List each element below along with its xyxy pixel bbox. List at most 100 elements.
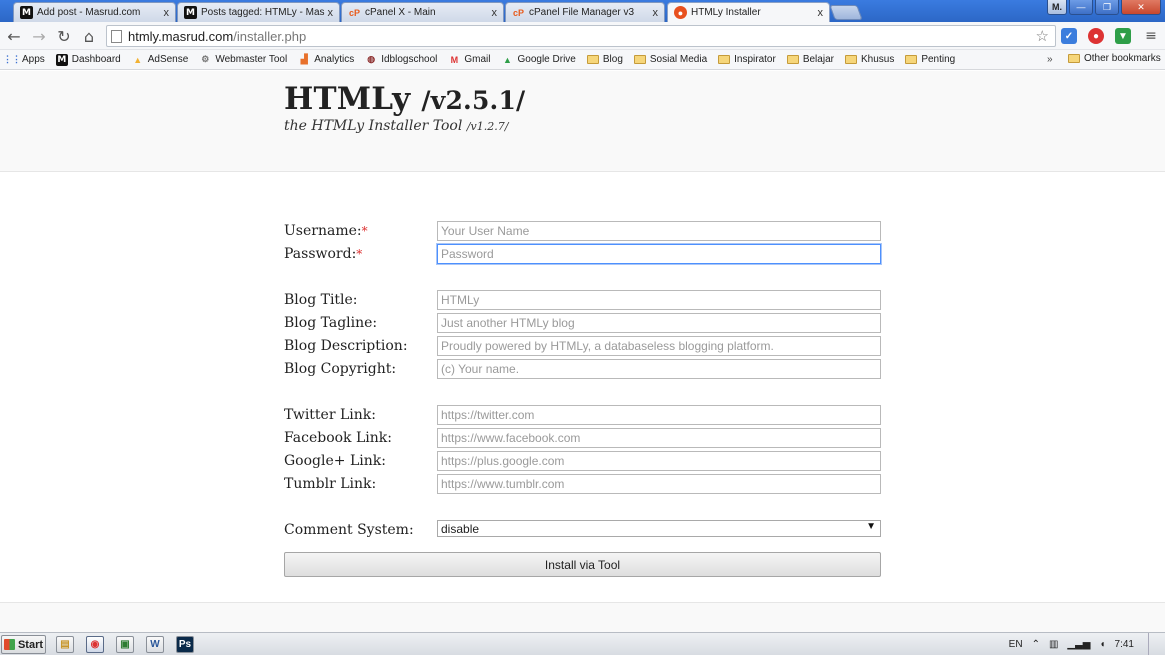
tab-add-post[interactable]: M Add post - Masrud.com x [13,2,176,22]
username-label: Username:* [284,223,368,239]
explorer-icon[interactable]: ▤ [56,636,74,653]
bookmark-gmail[interactable]: M Gmail [448,54,491,65]
tab-title: cPanel File Manager v3 [529,7,635,18]
site-name: HTMLy [284,81,411,117]
maximize-button[interactable]: ❐ [1095,0,1119,15]
required-mark: * [361,224,368,238]
network-tool-icon[interactable]: ▣ [116,636,134,653]
blog-tagline-input[interactable] [437,313,881,333]
bookmark-apps[interactable]: ⋮⋮ Apps [3,54,45,65]
extension-icon[interactable]: ✓ [1061,28,1077,44]
bookmark-google-drive[interactable]: ▲ Google Drive [502,54,576,65]
reload-icon[interactable]: ↻ [54,26,74,46]
back-arrow-icon[interactable]: ← [4,26,24,46]
password-label: Password:* [284,246,362,262]
tray-expand-icon[interactable]: ⌃ [1032,639,1040,650]
user-profile-button[interactable]: M. [1047,0,1067,15]
photoshop-icon[interactable]: Ps [176,636,194,653]
adblock-icon[interactable]: ● [1088,28,1104,44]
folder-icon [786,55,799,64]
page-subtitle: the HTMLy Installer Tool /v1.2.7/ [284,118,508,134]
bookmark-folder-sosial-media[interactable]: Sosial Media [633,54,707,65]
signal-icon[interactable]: ▁▃▅ [1067,639,1090,650]
bookmarks-overflow-button[interactable]: » [1047,54,1053,65]
row-blog-title: Blog Title: [284,290,881,310]
close-window-button[interactable]: ✕ [1121,0,1161,15]
bookmark-dashboard[interactable]: M Dashboard [55,53,121,66]
tab-cpanel-file-manager[interactable]: cP cPanel File Manager v3 x [505,2,665,22]
idblogschool-icon: ◍ [367,54,376,64]
shield-icon[interactable]: ▼ [1115,28,1131,44]
blog-description-input[interactable] [437,336,881,356]
tab-close-icon[interactable]: x [328,7,334,19]
network-icon[interactable]: ▥ [1049,639,1058,650]
facebook-input[interactable] [437,428,881,448]
bookmark-idblogschool[interactable]: ◍ Idblogschool [365,54,437,65]
address-host: htmly.masrud.com [128,28,234,44]
system-tray: EN ⌃ ▥ ▁▃▅ ◖ 7:41 [1009,633,1165,655]
minimize-button[interactable]: — [1069,0,1093,15]
chrome-icon[interactable]: ◉ [86,636,104,653]
m-icon: M [20,6,33,19]
folder-icon [844,55,857,64]
bookmark-webmaster-tool[interactable]: ⚙ Webmaster Tool [199,54,287,65]
tab-close-icon[interactable]: x [818,7,824,19]
tumblr-input[interactable] [437,474,881,494]
start-label: Start [17,638,44,651]
clock[interactable]: 7:41 [1115,639,1134,650]
tab-close-icon[interactable]: x [164,7,170,19]
bookmark-other[interactable]: Other bookmarks [1068,53,1161,64]
word-icon[interactable]: W [146,636,164,653]
tab-htmly-installer[interactable]: ● HTMLy Installer x [667,2,830,22]
bookmark-folder-khusus[interactable]: Khusus [844,54,894,65]
google-input[interactable] [437,451,881,471]
volume-icon[interactable]: ◖ [1099,639,1105,650]
comment-system-select[interactable]: disable ▼ [437,520,881,537]
blog-title-input[interactable] [437,290,881,310]
folder-icon [905,55,918,64]
language-indicator[interactable]: EN [1009,639,1023,650]
label-text: Password: [284,246,357,262]
bookmark-folder-inspirator[interactable]: Inspirator [718,54,776,65]
site-version: /v2.5.1/ [421,86,526,115]
bookmark-label: Analytics [314,54,355,65]
bookmark-folder-blog[interactable]: Blog [586,54,623,65]
tab-close-icon[interactable]: x [492,7,498,19]
bookmark-label: Inspirator [734,54,776,65]
start-button[interactable]: Start [1,635,46,654]
bookmark-label: Dashboard [71,54,121,65]
tab-title: Add post - Masrud.com [37,7,141,18]
show-desktop-button[interactable] [1148,633,1156,655]
m-icon: M [184,6,197,19]
folder-icon [633,55,646,64]
blog-copyright-input[interactable] [437,359,881,379]
gmail-icon: M [450,54,459,65]
subtitle-version: /v1.2.7/ [466,120,509,133]
password-input[interactable] [437,244,881,264]
bookmark-adsense[interactable]: ▲ AdSense [132,54,188,65]
bookmark-folder-belajar[interactable]: Belajar [786,54,834,65]
adsense-icon: ▲ [133,54,143,65]
tab-posts-tagged[interactable]: M Posts tagged: HTMLy - Masr x [177,2,340,22]
label-text: Username: [284,223,362,239]
tab-cpanel-main[interactable]: cP cPanel X - Main x [341,2,504,22]
address-bar[interactable]: htmly.masrud.com/installer.php ☆ [106,25,1056,47]
bookmark-label: Blog [602,54,623,65]
required-mark: * [356,247,363,261]
subtitle-text: the HTMLy Installer Tool [284,118,463,134]
bookmark-star-icon[interactable]: ☆ [1036,27,1049,45]
home-icon[interactable]: ⌂ [79,26,99,46]
page-header: HTMLy /v2.5.1/ the HTMLy Installer Tool … [0,71,1165,172]
folder-icon [718,55,731,64]
username-input[interactable] [437,221,881,241]
new-tab-button[interactable] [829,5,863,20]
bookmark-analytics[interactable]: ▟ Analytics [298,54,354,65]
tab-close-icon[interactable]: x [653,7,659,19]
row-username: Username:* [284,221,881,241]
twitter-input[interactable] [437,405,881,425]
install-button[interactable]: Install via Tool [284,552,881,577]
bookmark-label: Apps [22,54,45,65]
bookmark-folder-penting[interactable]: Penting [905,54,955,65]
menu-icon[interactable]: ≡ [1141,26,1161,46]
forward-arrow-icon[interactable]: → [29,26,49,46]
